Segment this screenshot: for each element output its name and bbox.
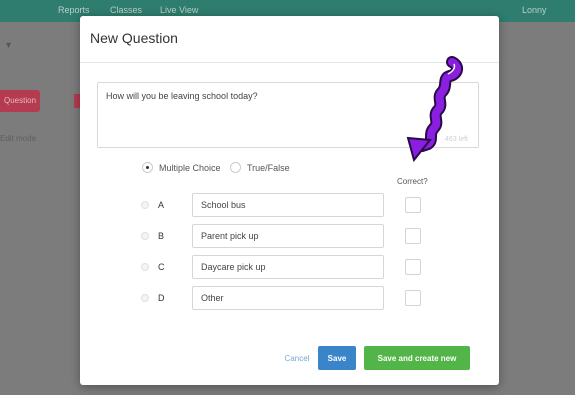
nav-classes[interactable]: Classes bbox=[110, 5, 142, 15]
answer-row-d: D Other bbox=[80, 286, 499, 310]
answer-c-letter: C bbox=[158, 262, 165, 272]
question-type-group: Multiple Choice True/False bbox=[80, 162, 499, 176]
correct-column-label: Correct? bbox=[397, 177, 428, 186]
type-multiple-choice-label: Multiple Choice bbox=[159, 162, 221, 173]
answer-d-letter: D bbox=[158, 293, 165, 303]
answer-c-correct-checkbox[interactable] bbox=[405, 259, 421, 275]
answer-a-radio[interactable] bbox=[141, 201, 149, 209]
save-button[interactable]: Save bbox=[318, 346, 356, 370]
answer-a-input[interactable]: School bus bbox=[192, 193, 384, 217]
background-question-button: Question bbox=[0, 90, 40, 112]
answer-d-radio[interactable] bbox=[141, 294, 149, 302]
radio-multiple-choice[interactable] bbox=[142, 162, 153, 173]
radio-true-false[interactable] bbox=[230, 162, 241, 173]
save-and-create-new-button[interactable]: Save and create new bbox=[364, 346, 470, 370]
answer-b-letter: B bbox=[158, 231, 165, 241]
annotation-arrow-icon bbox=[406, 56, 463, 163]
answer-c-radio[interactable] bbox=[141, 263, 149, 271]
answer-a-letter: A bbox=[158, 200, 165, 210]
answer-d-correct-checkbox[interactable] bbox=[405, 290, 421, 306]
nav-reports[interactable]: Reports bbox=[58, 5, 90, 15]
answer-b-input[interactable]: Parent pick up bbox=[192, 224, 384, 248]
answer-row-b: B Parent pick up bbox=[80, 224, 499, 248]
chevron-down-icon: ▾ bbox=[6, 40, 12, 51]
answer-d-input[interactable]: Other bbox=[192, 286, 384, 310]
answer-row-c: C Daycare pick up bbox=[80, 255, 499, 279]
answer-b-radio[interactable] bbox=[141, 232, 149, 240]
type-true-false[interactable]: True/False bbox=[230, 162, 290, 173]
type-multiple-choice[interactable]: Multiple Choice bbox=[142, 162, 221, 173]
answer-a-correct-checkbox[interactable] bbox=[405, 197, 421, 213]
type-true-false-label: True/False bbox=[247, 162, 290, 173]
background-side-text: Edit mode bbox=[0, 134, 37, 143]
nav-live-view[interactable]: Live View bbox=[160, 5, 198, 15]
answer-row-a: A School bus bbox=[80, 193, 499, 217]
modal-title: New Question bbox=[90, 30, 178, 46]
nav-user[interactable]: Lonny bbox=[522, 5, 547, 15]
cancel-button[interactable]: Cancel bbox=[278, 346, 316, 370]
question-text: How will you be leaving school today? bbox=[106, 91, 258, 101]
answer-b-correct-checkbox[interactable] bbox=[405, 228, 421, 244]
answer-c-input[interactable]: Daycare pick up bbox=[192, 255, 384, 279]
